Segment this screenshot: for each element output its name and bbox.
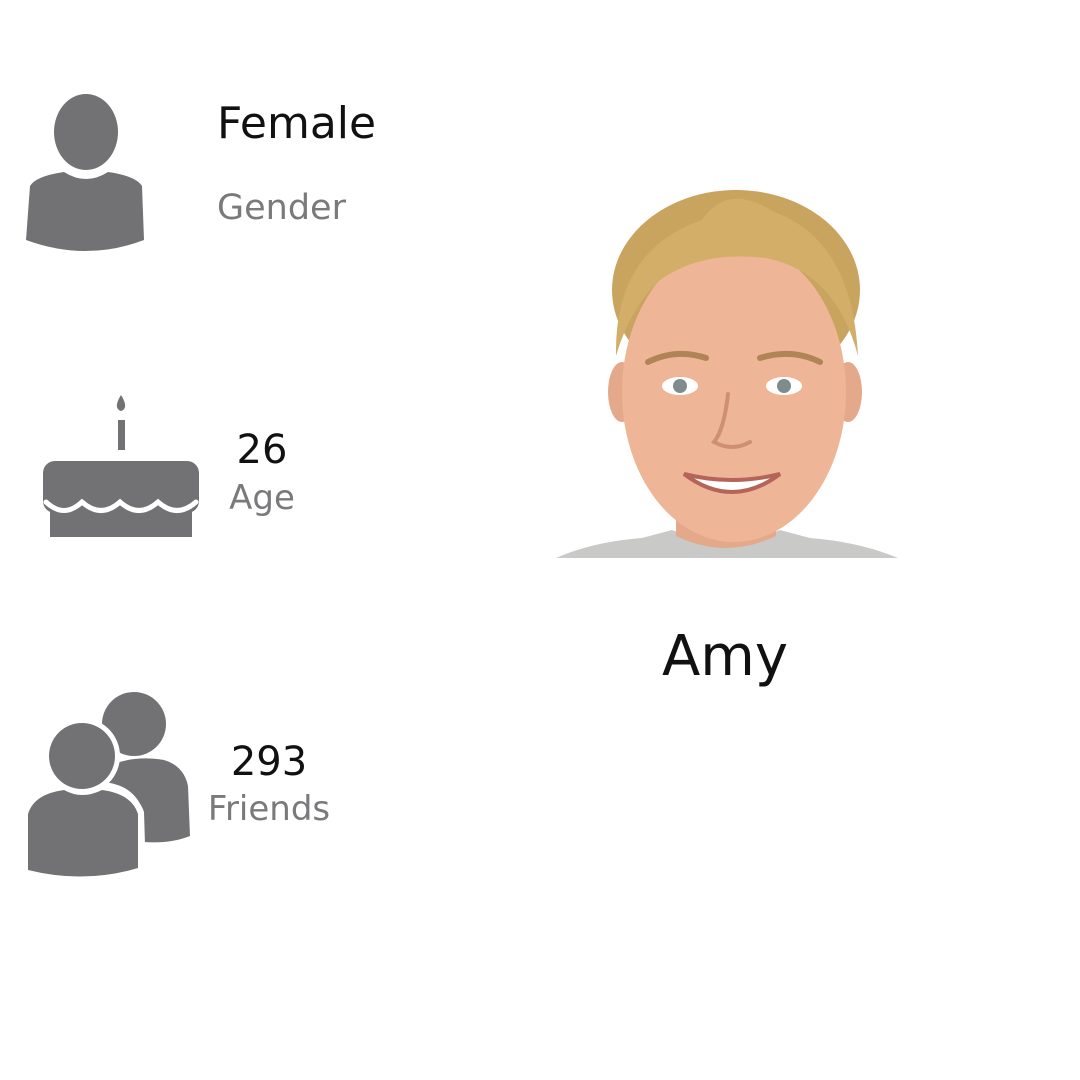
gender-caption: Gender	[217, 188, 346, 228]
friends-value: 293	[230, 739, 308, 785]
person-icon	[26, 94, 144, 251]
profile-name: Amy	[662, 624, 788, 689]
group-icon	[24, 692, 190, 878]
birthday-cake-icon	[43, 395, 199, 537]
age-value: 26	[236, 427, 288, 473]
age-caption: Age	[229, 478, 295, 518]
profile-photo	[556, 190, 898, 558]
gender-value: Female	[217, 98, 377, 149]
friends-caption: Friends	[207, 789, 331, 829]
